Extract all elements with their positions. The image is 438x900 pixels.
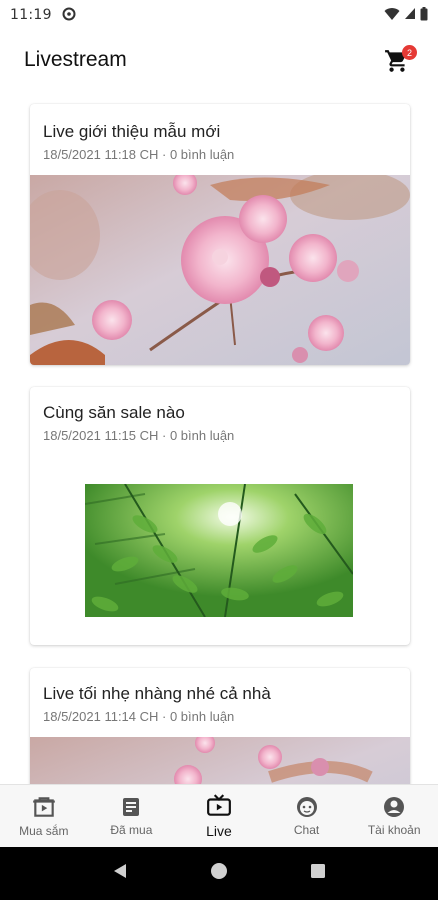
bottom-navigation: Mua sắm Đã mua Live Chat Tài khoản — [0, 784, 438, 847]
card-title: Live tối nhẹ nhàng nhé cả nhà — [43, 684, 271, 703]
home-icon[interactable] — [210, 862, 228, 885]
battery-icon — [420, 6, 428, 24]
nav-label: Mua sắm — [19, 824, 69, 838]
card-title: Cùng săn sale nào — [43, 403, 185, 422]
livestream-thumbnail[interactable] — [30, 737, 410, 784]
livestream-card[interactable]: Live tối nhẹ nhàng nhé cả nhà 18/5/2021 … — [30, 668, 410, 784]
back-icon[interactable] — [111, 862, 129, 885]
nav-label: Chat — [293, 823, 320, 837]
livestream-feed[interactable]: Live giới thiệu mẫu mới 18/5/2021 11:18 … — [0, 90, 438, 784]
tv-icon — [207, 794, 231, 816]
shopping-bag-icon — [32, 797, 55, 817]
wifi-icon — [384, 7, 400, 24]
card-meta: 18/5/2021 11:14 CH · 0 bình luận — [43, 709, 235, 724]
chat-face-icon — [296, 797, 317, 817]
card-title: Live giới thiệu mẫu mới — [43, 122, 221, 141]
status-time: 11:19 — [10, 7, 52, 23]
status-bar: 11:19 — [0, 0, 438, 30]
livestream-card[interactable]: Cùng săn sale nào 18/5/2021 11:15 CH · 0… — [30, 387, 410, 645]
account-icon — [384, 797, 405, 817]
livestream-thumbnail[interactable] — [85, 484, 353, 617]
nav-item-live[interactable]: Live — [175, 785, 263, 847]
system-navigation-bar — [0, 847, 438, 900]
nav-label: Tài khoản — [367, 823, 421, 837]
receipt-icon — [123, 798, 140, 816]
livestream-thumbnail[interactable] — [30, 175, 410, 365]
signal-icon — [404, 7, 416, 23]
card-meta: 18/5/2021 11:18 CH · 0 bình luận — [43, 147, 235, 162]
livestream-card[interactable]: Live giới thiệu mẫu mới 18/5/2021 11:18 … — [30, 104, 410, 365]
cart-count-badge: 2 — [402, 45, 417, 60]
nav-item-account[interactable]: Tài khoản — [350, 785, 438, 847]
nav-label: Đã mua — [110, 823, 153, 837]
app-bar: Livestream 2 — [0, 30, 438, 90]
nav-item-purchased[interactable]: Đã mua — [88, 785, 176, 847]
data-saver-icon — [62, 7, 76, 24]
cart-button[interactable]: 2 — [384, 45, 417, 75]
nav-label: Live — [206, 823, 232, 839]
recents-icon[interactable] — [309, 862, 327, 885]
nav-item-chat[interactable]: Chat — [263, 785, 351, 847]
page-title: Livestream — [24, 48, 127, 71]
card-meta: 18/5/2021 11:15 CH · 0 bình luận — [43, 428, 235, 443]
nav-item-shopping[interactable]: Mua sắm — [0, 785, 88, 847]
